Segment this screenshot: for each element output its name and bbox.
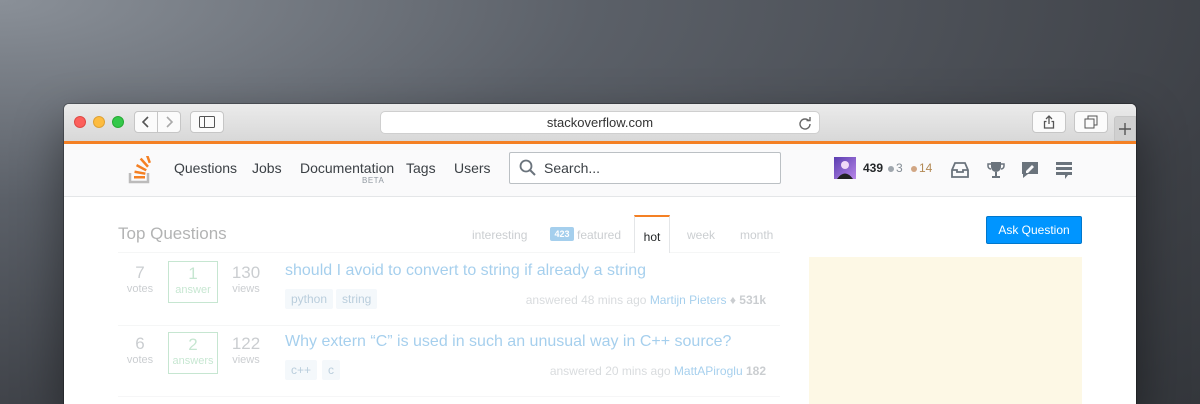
sidebar-toggle-button[interactable] [190,111,224,133]
view-number: 130 [231,263,261,282]
answer-label: answer [175,284,211,296]
tab-featured[interactable]: featured [577,228,621,242]
view-label: views [232,283,260,295]
meta-action: answered 48 mins ago [525,293,647,307]
url-text: stackoverflow.com [546,115,654,130]
beta-label: BETA [362,176,385,185]
answer-count: 1 answer [168,261,218,303]
close-window-button[interactable] [74,116,86,128]
nav-tags[interactable]: Tags [406,160,436,176]
nav-documentation[interactable]: Documentation [300,160,394,176]
silver-badge-icon [888,165,894,172]
tag-string[interactable]: string [336,289,378,309]
tag-c[interactable]: c [322,360,340,380]
reload-icon[interactable] [798,116,812,130]
featured-count-badge: 423 [550,227,574,241]
vote-label: votes [126,283,154,295]
bronze-badge-icon [911,165,917,172]
nav-users[interactable]: Users [454,160,491,176]
share-icon [1043,115,1055,129]
back-button[interactable] [134,111,158,133]
search-box [509,152,781,184]
chevron-left-icon [141,116,149,128]
zoom-window-button[interactable] [112,116,124,128]
answer-label: answers [172,355,214,367]
question-meta: answered 20 mins ago MattAPiroglu 182 [550,364,766,378]
sidebar-icon [199,116,215,128]
nav-questions[interactable]: Questions [174,160,237,176]
answer-number: 1 [188,264,198,283]
vote-count: 7 votes [118,263,162,295]
answer-number: 2 [188,335,198,354]
tab-divider [118,252,780,253]
silver-badge-text: 3 [896,161,903,175]
share-button[interactable] [1032,111,1066,133]
user-link[interactable]: Martijn Pieters [650,293,727,307]
view-number: 122 [231,334,261,353]
sidebar-panel [809,257,1082,404]
tag-cpp[interactable]: c++ [285,360,318,380]
bronze-badge-count: 14 [911,161,932,175]
view-count: 122 views [224,334,268,366]
vote-count: 6 votes [118,334,162,366]
view-label: views [232,354,260,366]
search-input[interactable] [544,159,764,177]
browser-window: stackoverflow.com Questions Jobs Documen… [64,104,1136,404]
question-meta: answered 48 mins ago Martijn Pieters ♦ 5… [526,293,766,307]
question-row: 7 votes 1 answer 130 views should I avoi… [118,255,780,326]
user-reputation: 182 [745,364,766,378]
nav-jobs[interactable]: Jobs [252,160,282,176]
stackoverflow-logo-icon[interactable] [128,156,152,184]
forward-button[interactable] [157,111,181,133]
user-link[interactable]: MattAPiroglu [674,364,743,378]
plus-icon [1119,122,1131,135]
new-tab-button[interactable] [1114,116,1136,141]
vote-number: 6 [135,334,145,353]
view-count: 130 views [224,263,268,295]
tab-interesting[interactable]: interesting [472,228,527,242]
tab-hot[interactable]: hot [634,215,670,253]
review-queue-icon[interactable] [1020,160,1040,180]
minimize-window-button[interactable] [93,116,105,128]
tabs-icon [1084,115,1098,129]
search-icon [519,159,536,176]
tab-week[interactable]: week [687,228,715,242]
inbox-icon[interactable] [950,160,970,180]
meta-action: answered 20 mins ago [549,364,671,378]
site-header: Questions Jobs Documentation BETA Tags U… [64,144,1136,197]
achievements-trophy-icon[interactable] [986,160,1006,180]
tab-month[interactable]: month [740,228,773,242]
page-title: Top Questions [118,224,227,243]
vote-label: votes [126,354,154,366]
tabs-overview-button[interactable] [1074,111,1108,133]
browser-toolbar: stackoverflow.com [64,104,1136,142]
main-content: Top Questions interesting 423 featured w… [64,197,1136,404]
chevron-right-icon [166,116,174,128]
avatar[interactable] [834,157,856,179]
question-title-link[interactable]: Why extern “C” is used in such an unusua… [285,333,731,351]
question-row: 6 votes 2 answers 122 views Why extern “… [118,326,780,397]
tag-python[interactable]: python [285,289,334,309]
site-switcher-icon[interactable] [1054,160,1074,180]
silver-badge-count: 3 [888,161,903,175]
question-title-link[interactable]: should I avoid to convert to string if a… [285,262,646,280]
vote-number: 7 [135,263,145,282]
ask-question-button[interactable]: Ask Question [986,216,1082,244]
bronze-badge-text: 14 [919,161,933,175]
answer-count: 2 answers [168,332,218,374]
address-bar[interactable]: stackoverflow.com [380,111,820,134]
user-reputation: ♦ 531k [729,293,766,307]
user-avatar-icon [837,161,853,179]
reputation-count: 439 [863,161,884,175]
